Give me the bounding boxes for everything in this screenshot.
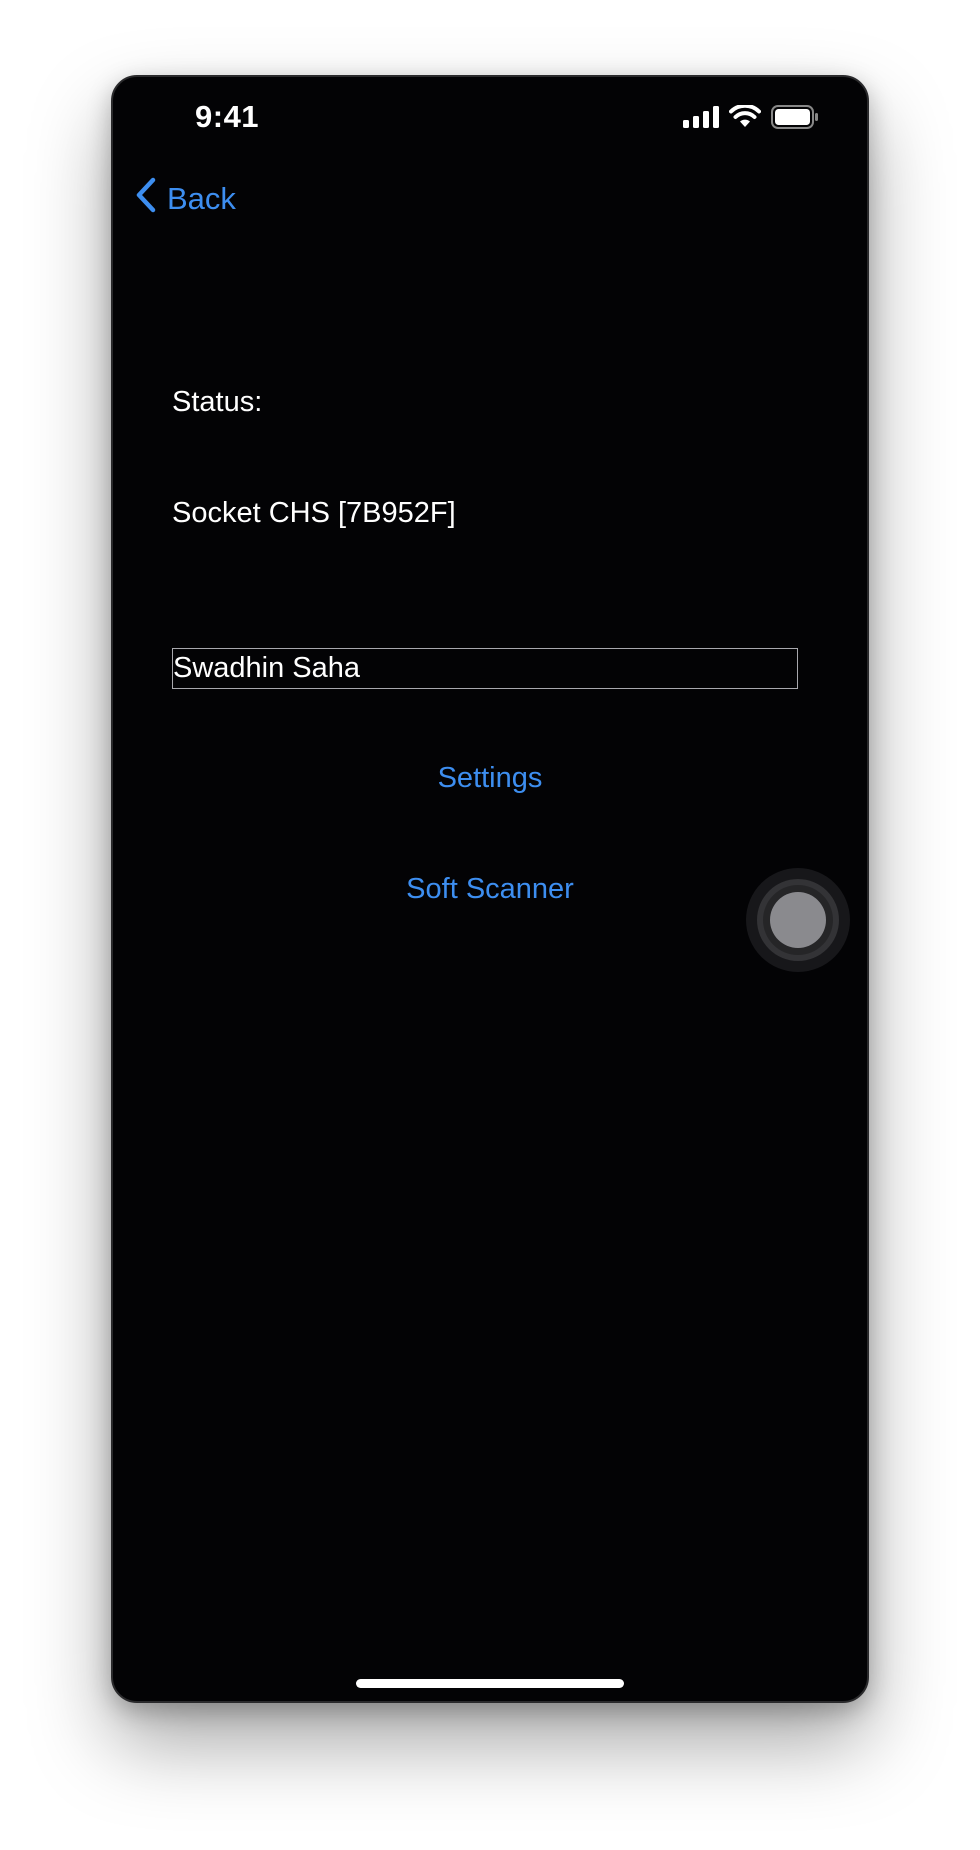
phone-screen: 9:41 Back Status: Socket CHS [7B952F] Sw… xyxy=(111,75,869,1703)
home-indicator[interactable] xyxy=(356,1679,624,1688)
name-input[interactable] xyxy=(172,648,798,689)
status-time: 9:41 xyxy=(195,99,260,134)
settings-button[interactable]: Settings xyxy=(113,762,867,795)
assistive-touch-button[interactable] xyxy=(746,868,850,972)
assistive-touch-icon xyxy=(770,892,826,948)
chevron-left-icon xyxy=(135,177,157,221)
wifi-icon xyxy=(729,103,761,134)
back-button[interactable]: Back xyxy=(135,177,236,221)
status-label: Status: xyxy=(172,386,263,418)
battery-icon xyxy=(771,105,819,134)
device-name-label: Socket CHS [7B952F] xyxy=(172,497,456,529)
status-icons xyxy=(683,103,819,134)
cellular-signal-icon xyxy=(683,106,719,133)
back-label: Back xyxy=(167,181,236,216)
status-bar: 9:41 xyxy=(113,77,867,167)
